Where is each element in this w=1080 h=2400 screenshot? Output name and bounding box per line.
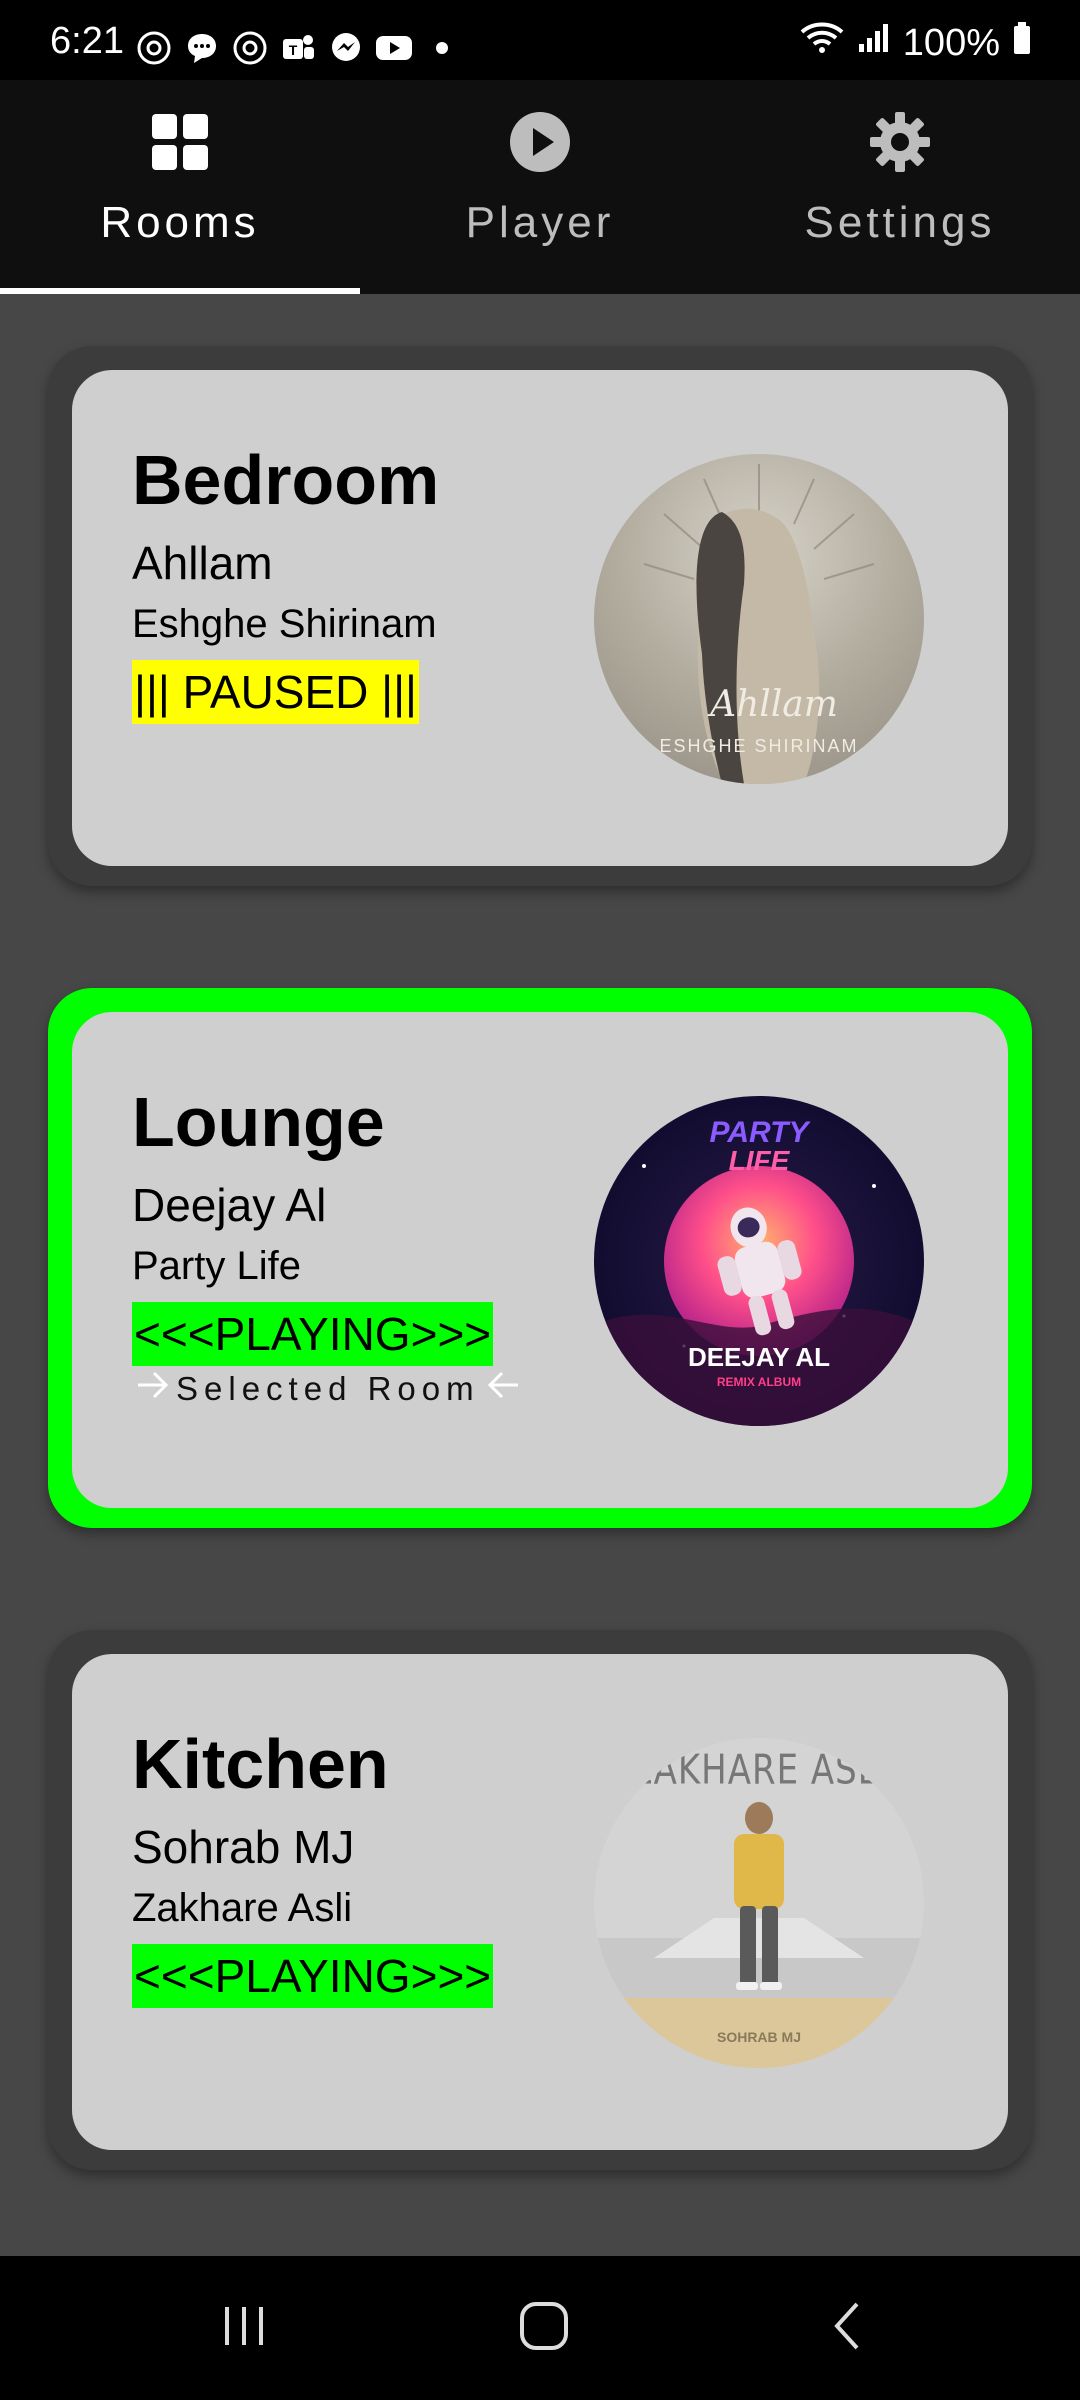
messenger-icon [326,28,366,68]
album-art-artist: DEEJAY AL [688,1342,830,1372]
room-card-body: Lounge Deejay Al Party Life <<<PLAYING>>… [72,1012,1008,1508]
threads-icon [230,28,270,68]
room-name: Bedroom [132,441,440,519]
selected-room-label: Selected Room [136,1370,520,1408]
album-art-subtitle: SOHRAB MJ [717,2029,801,2045]
room-status-badge: ||| PAUSED ||| [132,660,420,724]
room-track: Party Life [132,1244,301,1288]
room-card-lounge[interactable]: Lounge Deejay Al Party Life <<<PLAYING>>… [48,988,1032,1528]
room-card-bedroom[interactable]: Bedroom Ahllam Eshghe Shirinam ||| PAUSE… [48,346,1032,886]
status-bar: 6:21 T 100% [0,0,1080,80]
room-card-body: Bedroom Ahllam Eshghe Shirinam ||| PAUSE… [72,370,1008,866]
album-art-subtitle: ESHGHE SHIRINAM [659,736,858,756]
room-artist: Ahllam [132,537,273,589]
chat-bubble-icon [182,28,222,68]
home-button[interactable] [504,2296,584,2360]
arrow-left-icon [486,1370,520,1408]
dot-icon [422,28,462,68]
home-icon [516,2298,572,2359]
grid-icon [148,110,212,174]
room-name: Lounge [132,1083,385,1161]
wifi-icon [799,20,845,66]
album-art-title: ZAKHARE ASLI [629,1746,888,1794]
back-button[interactable] [808,2296,888,2360]
room-card-body: Kitchen Sohrab MJ Zakhare Asli <<<PLAYIN… [72,1654,1008,2150]
room-status-badge: <<<PLAYING>>> [132,1302,494,1366]
album-art: Ahllam ESHGHE SHIRINAM [594,454,924,784]
youtube-icon [374,28,414,68]
selected-room-text: Selected Room [176,1370,480,1407]
threads-icon [134,28,174,68]
album-art-title: Ahllam [707,684,838,725]
room-status-badge: <<<PLAYING>>> [132,1944,494,2008]
album-art: ZAKHARE ASLI SOHRAB MJ [594,1738,924,2068]
notification-icons: T [134,28,462,68]
signal-icon [857,20,891,66]
tab-bar: Rooms Player Settings [0,80,1080,294]
play-circle-icon [508,110,572,174]
room-track: Eshghe Shirinam [132,602,437,646]
status-right: 100% [799,20,1032,66]
arrow-right-icon [136,1370,170,1408]
room-artist: Sohrab MJ [132,1821,355,1873]
recents-button[interactable] [204,2296,284,2360]
album-art-subtitle: REMIX ALBUM [717,1375,801,1389]
album-art: PARTY LIFE DEEJAY AL REMIX ALBUM [594,1096,924,1426]
svg-text:T: T [289,42,298,58]
album-art-title-2: LIFE [729,1145,791,1176]
status-time: 6:21 [50,20,124,62]
tab-rooms-label: Rooms [100,198,260,247]
tab-rooms[interactable]: Rooms [0,80,360,294]
active-tab-indicator [0,288,360,294]
tab-settings-label: Settings [804,198,996,247]
app-screen: 6:21 T 100% Rooms Player Settings Bedroo… [0,0,1080,2400]
gear-icon [868,110,932,174]
system-nav-bar [0,2256,1080,2400]
tab-settings[interactable]: Settings [720,80,1080,294]
room-track: Zakhare Asli [132,1886,353,1930]
back-icon [823,2298,873,2359]
battery-icon [1012,20,1032,66]
tab-player-label: Player [465,198,615,247]
room-card-kitchen[interactable]: Kitchen Sohrab MJ Zakhare Asli <<<PLAYIN… [48,1630,1032,2170]
teams-icon: T [278,28,318,68]
battery-percent: 100% [902,21,1000,64]
room-artist: Deejay Al [132,1179,327,1231]
room-name: Kitchen [132,1725,389,1803]
tab-player[interactable]: Player [360,80,720,294]
recents-icon [219,2301,269,2356]
